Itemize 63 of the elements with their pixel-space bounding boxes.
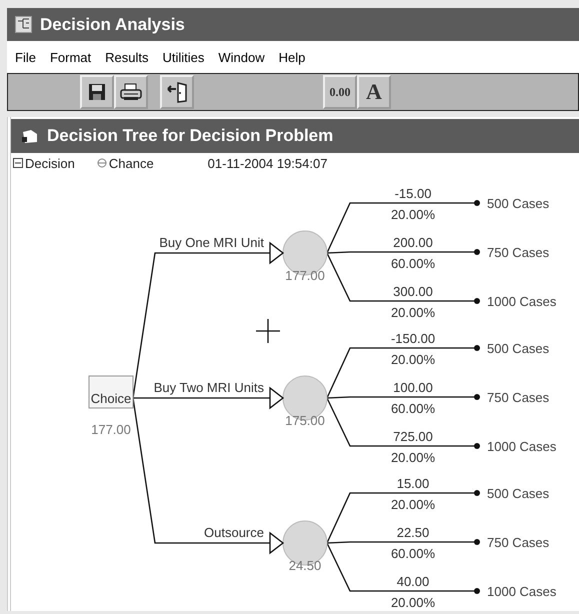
tree-document-icon — [21, 128, 39, 144]
probability-value: 20.00% — [390, 305, 436, 320]
outcome-label: 1000 Cases — [487, 584, 556, 599]
window-title: Decision Analysis — [40, 14, 185, 34]
probability-value: 20.00% — [390, 595, 436, 610]
probability-value: 20.00% — [390, 207, 436, 222]
payoff-value: 100.00 — [393, 380, 433, 395]
payoff-value: 22.50 — [396, 525, 430, 540]
probability-value: 60.00% — [390, 256, 436, 271]
exit-door-icon — [166, 81, 188, 103]
outcome-label: 500 Cases — [487, 196, 550, 211]
node-label: Choice — [90, 391, 132, 406]
node-value: 175.00 — [285, 413, 325, 428]
save-icon — [88, 83, 106, 101]
menu-item[interactable]: Window — [218, 50, 265, 64]
outcome-label: 750 Cases — [487, 535, 550, 550]
menu-item[interactable]: Utilities — [162, 50, 204, 64]
probability-value: 60.00% — [390, 401, 436, 416]
payoff-value: 300.00 — [393, 284, 433, 299]
save-button[interactable] — [80, 75, 114, 109]
printer-icon — [120, 83, 142, 101]
decimals-button[interactable]: 0.00 — [323, 75, 357, 109]
arrow-icon — [269, 532, 284, 554]
payoff-value: -150.00 — [390, 331, 436, 346]
menu-item[interactable]: Results — [105, 50, 148, 64]
menu-item[interactable]: File — [15, 50, 36, 64]
font-button[interactable]: A — [357, 75, 391, 109]
timestamp: 01-11-2004 19:54:07 — [208, 156, 328, 170]
menu-item[interactable]: Help — [278, 50, 306, 64]
payoff-value: -15.00 — [394, 186, 432, 201]
probability-value: 20.00% — [390, 497, 436, 512]
document-title: Decision Tree for Decision Problem — [47, 126, 334, 146]
cursor-icon — [255, 318, 281, 344]
decision-node — [88, 376, 134, 408]
node-label: Outsource — [204, 525, 264, 540]
menu-item[interactable]: Format — [50, 50, 92, 64]
collapse-box-icon — [13, 158, 23, 168]
legend-label: Chance — [108, 156, 154, 170]
probability-value: 60.00% — [390, 546, 436, 561]
probability-value: 20.00% — [390, 450, 436, 465]
legend-label: Decision — [25, 156, 75, 170]
node-label: Buy One MRI Unit — [159, 235, 264, 250]
outcome-label: 500 Cases — [487, 341, 550, 356]
outcome-label: 1000 Cases — [487, 439, 556, 454]
node-value: 24.50 — [288, 558, 322, 573]
payoff-value: 725.00 — [393, 429, 433, 444]
app-icon — [15, 16, 32, 33]
print-button[interactable] — [114, 75, 148, 109]
payoff-value: 40.00 — [396, 574, 430, 589]
arrow-icon — [269, 242, 284, 264]
chance-node-icon — [96, 158, 107, 168]
outcome-label: 750 Cases — [487, 245, 550, 260]
exit-button[interactable] — [160, 75, 194, 109]
node-value: 177.00 — [285, 268, 325, 283]
payoff-value: 200.00 — [393, 235, 433, 250]
outcome-label: 1000 Cases — [487, 294, 556, 309]
payoff-value: 15.00 — [396, 476, 430, 491]
node-label: Buy Two MRI Units — [154, 380, 264, 395]
arrow-icon — [269, 386, 284, 410]
probability-value: 20.00% — [390, 352, 436, 367]
outcome-label: 500 Cases — [487, 486, 550, 501]
outcome-label: 750 Cases — [487, 390, 550, 405]
node-value: 177.00 — [91, 422, 131, 437]
